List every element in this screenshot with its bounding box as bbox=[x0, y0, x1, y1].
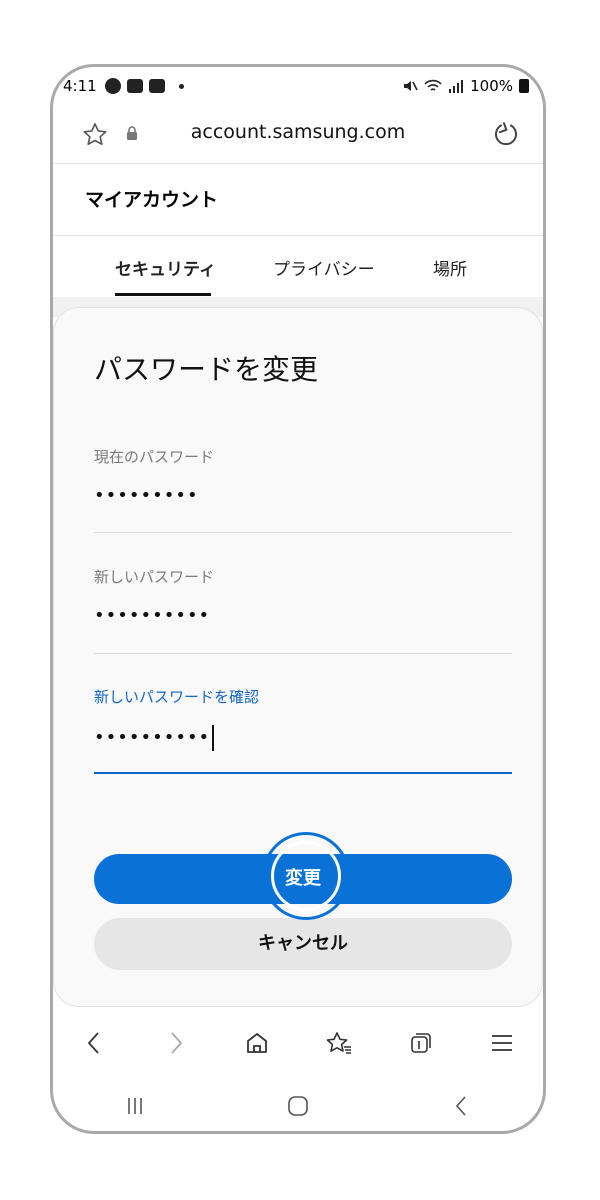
tabs-button[interactable] bbox=[380, 1013, 462, 1073]
back-nav-icon bbox=[456, 1096, 466, 1116]
field-underline bbox=[94, 532, 512, 533]
tab-security[interactable]: セキュリティ bbox=[115, 255, 216, 280]
current-password-input[interactable]: ••••••••• bbox=[94, 485, 512, 509]
tab-location[interactable]: 場所 bbox=[433, 255, 467, 280]
form-heading: パスワードを変更 bbox=[94, 353, 319, 386]
current-password-label: 現在のパスワード bbox=[94, 448, 215, 466]
chat-bubble-icon bbox=[105, 78, 121, 94]
back-button[interactable] bbox=[53, 1013, 135, 1073]
system-nav-bar bbox=[53, 1077, 543, 1131]
page-title: マイアカウント bbox=[85, 189, 219, 211]
account-header: マイアカウント bbox=[53, 163, 543, 236]
tab-bar: セキュリティ プライバシー 場所 bbox=[53, 235, 543, 297]
battery-icon bbox=[519, 79, 529, 93]
signal-icon bbox=[449, 80, 464, 93]
home-button[interactable] bbox=[216, 1013, 298, 1073]
browser-address-bar: account.samsung.com bbox=[53, 107, 543, 164]
phone-frame: 4:11 100% account.samsung.com マイアカウント セキ… bbox=[50, 64, 546, 1134]
recents-button[interactable] bbox=[53, 1096, 216, 1116]
more-notifications-dot-icon bbox=[179, 83, 184, 89]
hamburger-menu-icon bbox=[492, 1035, 513, 1051]
home-icon bbox=[247, 1033, 268, 1053]
forward-button[interactable] bbox=[135, 1013, 217, 1073]
status-time: 4:11 bbox=[63, 77, 97, 95]
tabs-icon bbox=[410, 1033, 431, 1053]
home-nav-button[interactable] bbox=[216, 1094, 379, 1118]
notification-icon-2 bbox=[149, 79, 165, 93]
field-underline-focused bbox=[94, 772, 512, 774]
status-bar: 4:11 100% bbox=[53, 67, 543, 107]
change-password-card: パスワードを変更 現在のパスワード ••••••••• 新しいパスワード •••… bbox=[53, 307, 543, 1007]
url-text[interactable]: account.samsung.com bbox=[53, 121, 543, 143]
confirm-password-input-row[interactable]: •••••••••• bbox=[94, 725, 512, 751]
change-button[interactable]: 変更 bbox=[94, 854, 512, 904]
back-nav-button[interactable] bbox=[380, 1094, 543, 1118]
notification-icons bbox=[105, 78, 184, 94]
confirm-password-field[interactable]: 新しいパスワードを確認 •••••••••• bbox=[94, 686, 512, 774]
bookmarks-button[interactable] bbox=[298, 1013, 380, 1073]
tab-privacy[interactable]: プライバシー bbox=[273, 255, 375, 280]
active-tab-indicator bbox=[115, 293, 211, 296]
notification-icon bbox=[127, 79, 143, 93]
confirm-password-input[interactable]: •••••••••• bbox=[94, 727, 210, 748]
menu-button[interactable] bbox=[461, 1013, 543, 1073]
confirm-password-label: 新しいパスワードを確認 bbox=[94, 688, 260, 706]
text-cursor bbox=[212, 725, 215, 751]
mute-icon bbox=[404, 81, 418, 91]
chevron-left-icon bbox=[87, 1032, 99, 1054]
chevron-right-icon bbox=[170, 1032, 182, 1054]
home-nav-icon bbox=[288, 1096, 308, 1116]
bookmark-star-icon bbox=[326, 1032, 351, 1054]
new-password-label: 新しいパスワード bbox=[94, 568, 215, 586]
field-underline bbox=[94, 653, 512, 654]
wifi-icon bbox=[424, 79, 442, 91]
new-password-field[interactable]: 新しいパスワード •••••••••• bbox=[94, 566, 512, 654]
new-password-input[interactable]: •••••••••• bbox=[94, 605, 512, 629]
reload-icon[interactable] bbox=[491, 119, 521, 149]
system-status-icons: 100% bbox=[402, 77, 529, 95]
cancel-button[interactable]: キャンセル bbox=[94, 918, 512, 970]
current-password-field[interactable]: 現在のパスワード ••••••••• bbox=[94, 446, 512, 533]
battery-percent: 100% bbox=[470, 77, 513, 95]
recents-icon bbox=[127, 1098, 142, 1114]
browser-toolbar bbox=[53, 1013, 543, 1073]
